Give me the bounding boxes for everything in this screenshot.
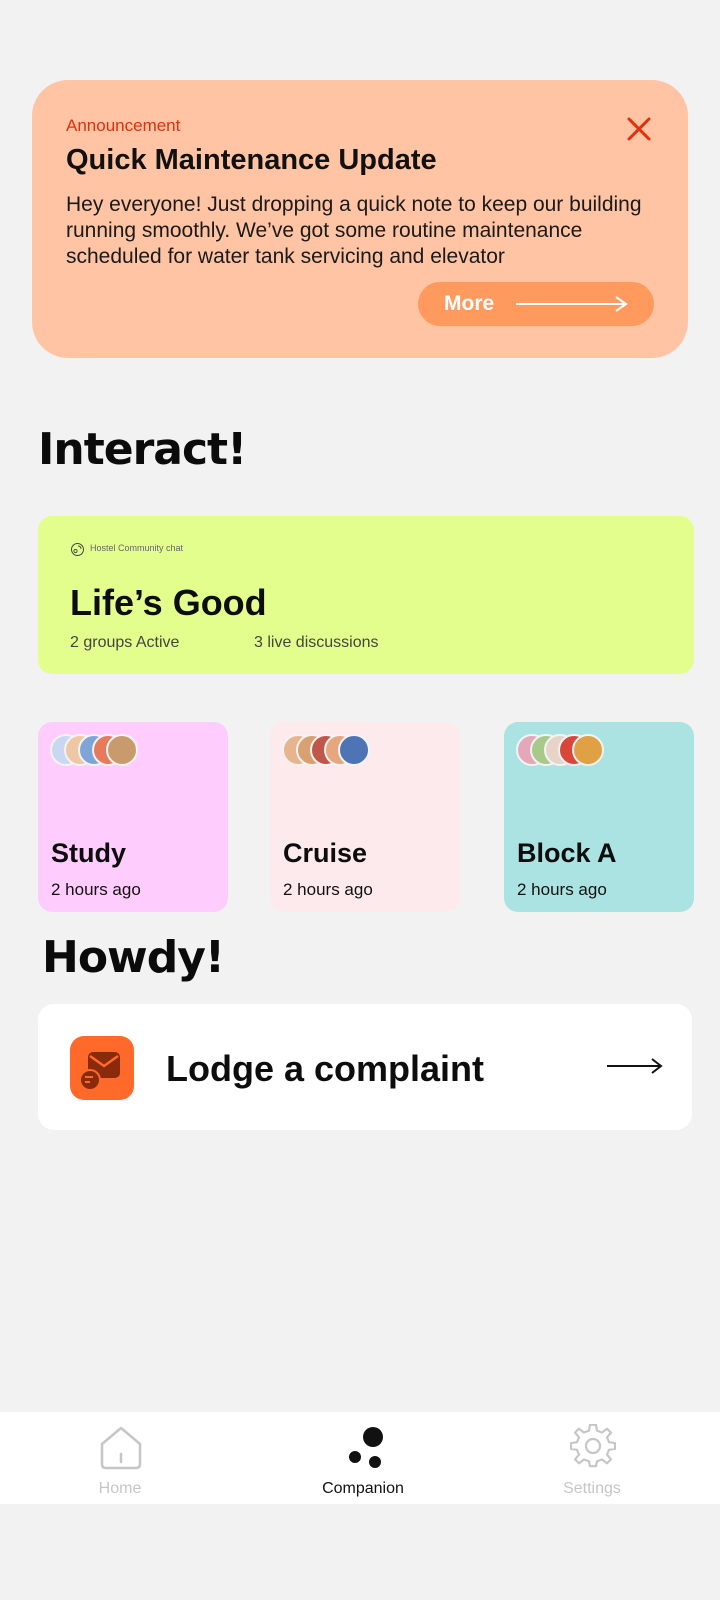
interact-heading: Interact!: [38, 424, 247, 475]
avatar: [572, 734, 604, 766]
group-card-cruise[interactable]: Cruise 2 hours ago: [270, 722, 460, 912]
howdy-heading: Howdy!: [42, 932, 225, 983]
nav-label: Home: [98, 1480, 142, 1497]
member-avatars: [50, 734, 160, 770]
group-time: 2 hours ago: [283, 880, 373, 899]
community-chat-card[interactable]: Hostel Community chat Life’s Good 2 grou…: [38, 516, 694, 674]
groups-active-text: 2 groups Active: [70, 634, 180, 651]
member-avatars: [516, 734, 626, 770]
community-name: Life’s Good: [70, 582, 267, 623]
chat-icon: [71, 543, 84, 556]
group-time: 2 hours ago: [517, 880, 607, 899]
group-name: Cruise: [283, 838, 368, 868]
announcement-title: Quick Maintenance Update: [66, 144, 437, 176]
group-name: Study: [51, 838, 127, 868]
nav-label: Companion: [322, 1480, 404, 1497]
group-name: Block A: [517, 838, 617, 868]
nav-home[interactable]: Home: [40, 1412, 200, 1504]
more-button-label: More: [444, 292, 495, 315]
announcement-label: Announcement: [66, 116, 181, 135]
nav-companion[interactable]: Companion: [283, 1412, 443, 1504]
complaint-label: Lodge a complaint: [166, 1048, 485, 1089]
lodge-complaint-button[interactable]: Lodge a complaint: [38, 1004, 692, 1130]
announcement-card: Announcement Quick Maintenance Update He…: [32, 80, 688, 358]
nav-settings[interactable]: Settings: [512, 1412, 672, 1504]
close-icon[interactable]: [624, 114, 654, 144]
nav-label: Settings: [563, 1480, 621, 1497]
live-discussions-text: 3 live discussions: [254, 634, 379, 651]
companion-icon: [349, 1427, 383, 1468]
group-card-block-a[interactable]: Block A 2 hours ago: [504, 722, 694, 912]
arrow-right-icon: [607, 1058, 663, 1074]
avatar: [106, 734, 138, 766]
announcement-body: Hey everyone! Just dropping a quick note…: [66, 193, 642, 268]
group-time: 2 hours ago: [51, 880, 141, 899]
avatar: [338, 734, 370, 766]
home-icon: [100, 1426, 142, 1470]
arrow-right-icon: [516, 296, 628, 312]
gear-icon: [570, 1424, 616, 1468]
community-chat-label: Hostel Community chat: [90, 543, 184, 553]
group-card-study[interactable]: Study 2 hours ago: [38, 722, 228, 912]
member-avatars: [282, 734, 392, 770]
mail-complaint-icon: [70, 1036, 134, 1100]
more-button[interactable]: More: [418, 282, 654, 326]
bottom-nav: Home Companion Settings: [0, 1412, 720, 1504]
